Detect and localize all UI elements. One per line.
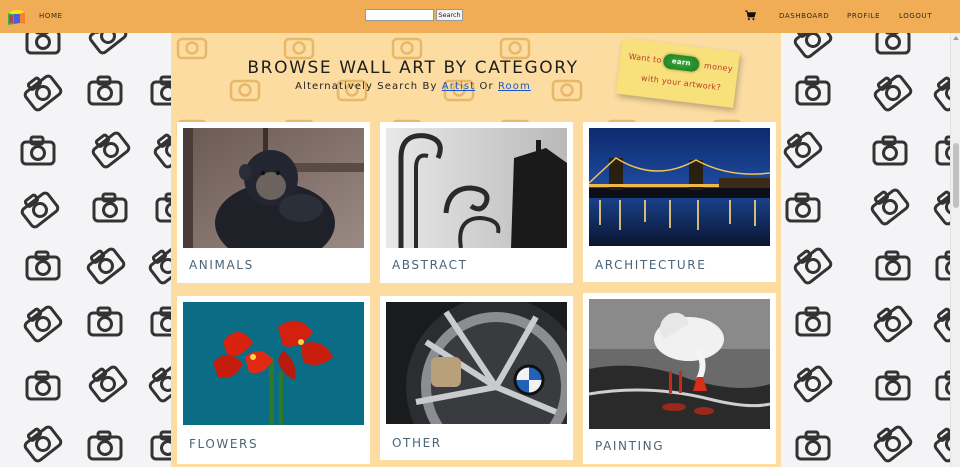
scrollbar-thumb[interactable] <box>953 143 959 208</box>
nav-home-link[interactable]: HOME <box>39 12 63 20</box>
category-card-painting[interactable]: PAINTING <box>583 293 776 464</box>
category-card-animals[interactable]: ANIMALS <box>177 122 370 283</box>
page-scrollbar[interactable] <box>950 33 960 467</box>
car-wheel-photo[interactable] <box>386 302 567 424</box>
chimpanzee-photo[interactable] <box>183 128 364 248</box>
earn-button[interactable]: earn <box>662 53 701 73</box>
category-label[interactable]: OTHER <box>392 436 442 450</box>
category-label[interactable]: ANIMALS <box>189 258 254 272</box>
swan-painting[interactable] <box>589 299 770 429</box>
nav-logout-link[interactable]: LOGOUT <box>899 12 932 20</box>
red-amaryllis-photo[interactable] <box>183 302 364 425</box>
subtitle-prefix: Alternatively Search By <box>295 81 438 92</box>
category-card-abstract[interactable]: ABSTRACT <box>380 122 573 283</box>
search-input[interactable] <box>365 9 434 21</box>
subtitle-or: Or <box>479 81 494 92</box>
category-card-architecture[interactable]: ARCHITECTURE <box>583 122 776 282</box>
room-link[interactable]: Room <box>498 81 531 92</box>
frosted-gate-photo[interactable] <box>386 128 567 248</box>
nav-profile-link[interactable]: PROFILE <box>847 12 880 20</box>
shopping-cart-icon[interactable] <box>745 10 756 21</box>
promo-text-after: money <box>703 61 734 74</box>
page-title: BROWSE WALL ART BY CATEGORY <box>247 58 579 78</box>
category-card-other[interactable]: OTHER <box>380 296 573 460</box>
nav-dashboard-link[interactable]: DASHBOARD <box>779 12 829 20</box>
scroll-up-arrow-icon[interactable] <box>953 36 959 40</box>
category-label[interactable]: ARCHITECTURE <box>595 258 706 272</box>
category-label[interactable]: FLOWERS <box>189 437 258 451</box>
page-subtitle: Alternatively Search By Artist Or Room <box>171 81 655 92</box>
top-navbar: HOME Search DASHBOARD PROFILE LOGOUT <box>0 0 960 33</box>
night-bridge-photo[interactable] <box>589 128 770 246</box>
category-label[interactable]: ABSTRACT <box>392 258 468 272</box>
category-label[interactable]: PAINTING <box>595 439 664 453</box>
cube-logo-icon[interactable] <box>6 7 26 27</box>
main-content-panel: BROWSE WALL ART BY CATEGORY Alternativel… <box>171 33 781 467</box>
promo-text-line2: with your artwork? <box>640 73 722 93</box>
promo-text-before: Want to <box>628 51 663 65</box>
artist-link[interactable]: Artist <box>442 81 475 92</box>
search-button[interactable]: Search <box>436 9 463 21</box>
category-card-flowers[interactable]: FLOWERS <box>177 296 370 464</box>
